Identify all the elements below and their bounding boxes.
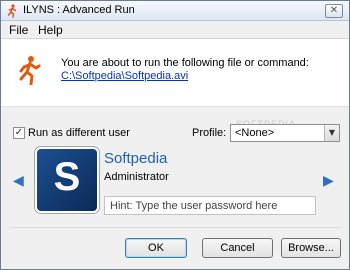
user-role: Administrator	[104, 171, 169, 183]
runner-icon	[19, 56, 41, 85]
run-as-checkbox[interactable]: ✓	[13, 127, 25, 139]
cancel-button[interactable]: Cancel	[202, 238, 273, 258]
profile-dropdown[interactable]: <None> ▼	[230, 124, 340, 142]
chevron-down-icon[interactable]: ▼	[324, 125, 339, 141]
advanced-run-window: ILYNS : Advanced Run ✕ File Help You are…	[0, 0, 350, 270]
menu-bar: File Help	[1, 21, 349, 39]
check-icon: ✓	[14, 127, 24, 138]
ok-button[interactable]: OK	[125, 238, 187, 258]
profile-label: Profile:	[192, 127, 227, 139]
menu-help[interactable]: Help	[36, 23, 65, 37]
run-as-label[interactable]: Run as different user	[28, 127, 130, 139]
command-panel: You are about to run the following file …	[1, 39, 349, 107]
avatar: S	[35, 147, 99, 213]
previous-user-arrow-icon[interactable]: ◀	[13, 173, 24, 189]
window-title: ILYNS : Advanced Run	[23, 4, 135, 16]
browse-button[interactable]: Browse...	[281, 238, 341, 258]
avatar-letter: S	[53, 155, 81, 199]
command-path-link[interactable]: C:\Softpedia\Softpedia.avi	[61, 70, 188, 82]
close-button[interactable]: ✕	[325, 4, 343, 18]
divider	[9, 227, 341, 228]
runner-icon	[7, 4, 17, 18]
title-bar[interactable]: ILYNS : Advanced Run ✕	[1, 1, 349, 21]
profile-value: <None>	[235, 127, 275, 139]
user-name: Softpedia	[104, 150, 168, 167]
password-field[interactable]	[104, 196, 316, 215]
menu-file[interactable]: File	[7, 23, 30, 37]
next-user-arrow-icon[interactable]: ▶	[323, 173, 334, 189]
close-icon: ✕	[329, 5, 339, 16]
prompt-text: You are about to run the following file …	[61, 57, 309, 69]
